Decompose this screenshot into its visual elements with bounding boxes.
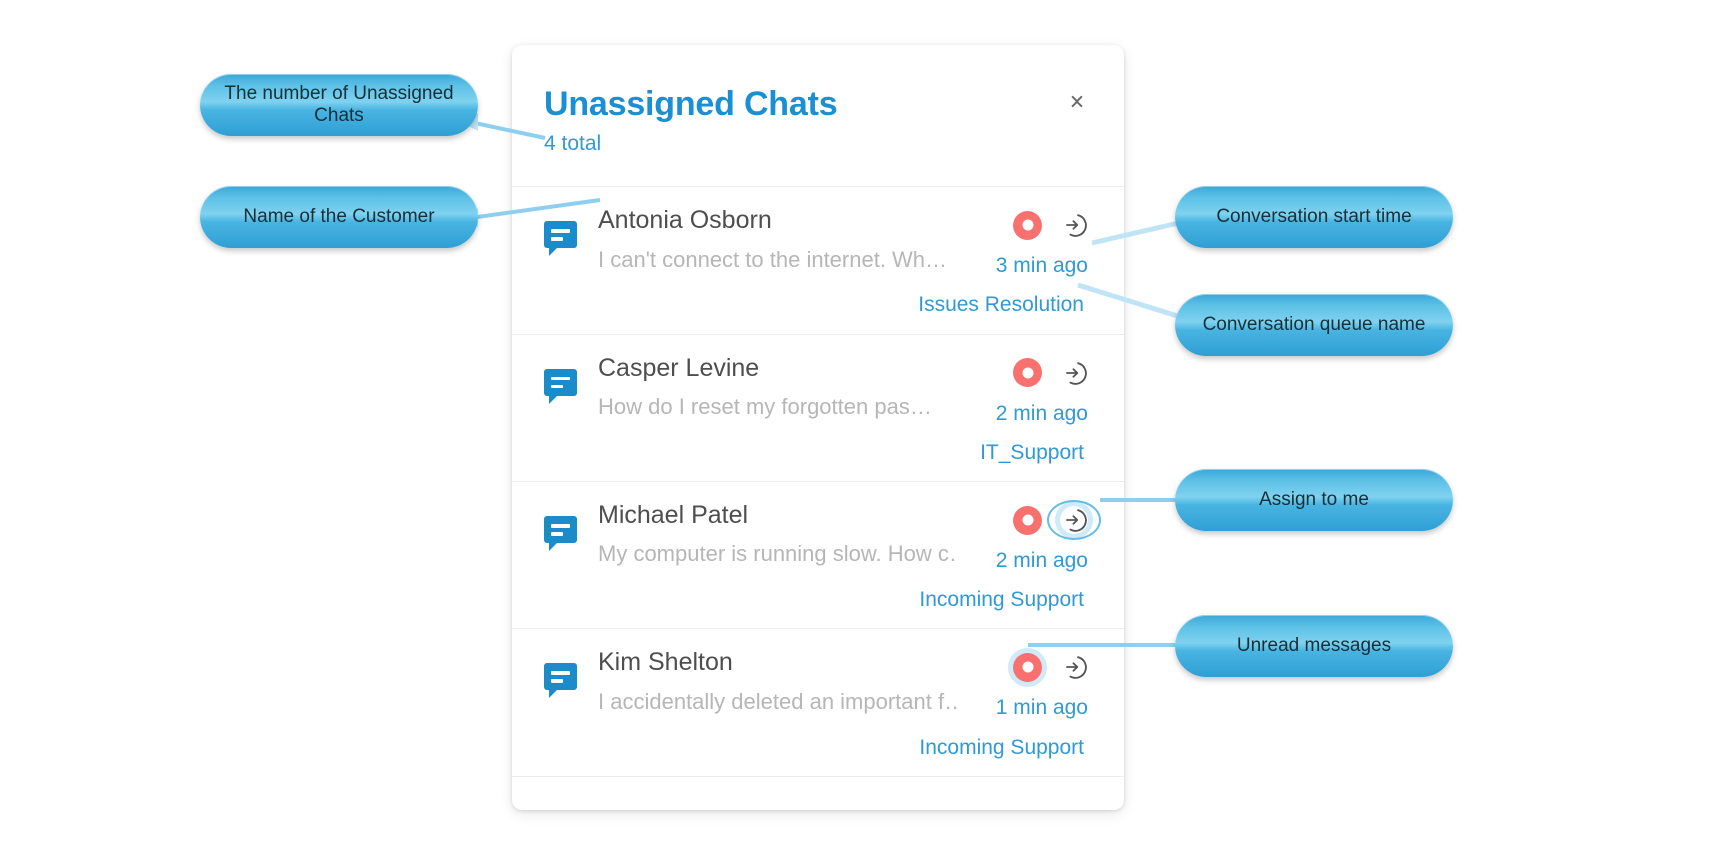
callout-customer-name: Name of the Customer bbox=[200, 186, 478, 248]
callout-unread-messages: Unread messages bbox=[1175, 615, 1453, 677]
callout-unassigned-count: The number of Unassigned Chats bbox=[200, 74, 478, 136]
callout-start-time: Conversation start time bbox=[1175, 186, 1453, 248]
callout-label: Conversation queue name bbox=[1202, 314, 1426, 335]
callout-label: Conversation start time bbox=[1216, 206, 1412, 227]
callout-label: Name of the Customer bbox=[243, 206, 435, 227]
callout-assign-to-me: Assign to me bbox=[1175, 469, 1453, 531]
callout-queue-name: Conversation queue name bbox=[1175, 294, 1453, 356]
callout-label: Unread messages bbox=[1236, 635, 1392, 656]
callout-label: Assign to me bbox=[1259, 489, 1369, 510]
callout-label: The number of Unassigned Chats bbox=[224, 83, 454, 126]
